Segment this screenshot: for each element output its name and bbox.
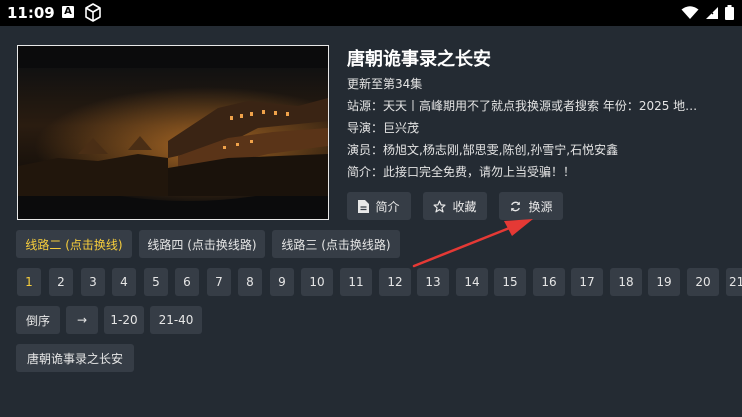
status-icons (681, 5, 734, 20)
episode-chip[interactable]: 13 (417, 268, 449, 296)
video-title: 唐朝诡事录之长安 (347, 49, 491, 70)
episode-chip[interactable]: 9 (270, 268, 294, 296)
episode-chip[interactable]: 17 (571, 268, 603, 296)
battery-icon (725, 5, 734, 20)
episode-chip[interactable]: 7 (207, 268, 231, 296)
route-chip[interactable]: 线路四 (点击换线路) (139, 230, 265, 258)
episode-chip[interactable]: 18 (610, 268, 642, 296)
episode-chip[interactable]: 14 (456, 268, 488, 296)
cover-image[interactable] (17, 45, 329, 220)
episode-chip[interactable]: 6 (175, 268, 199, 296)
route-chip[interactable]: 线路二 (点击换线) (16, 230, 132, 258)
route-chip[interactable]: 线路三 (点击换线路) (272, 230, 400, 258)
next-arrow-button[interactable]: → (66, 306, 98, 334)
favorite-button[interactable]: 收藏 (423, 192, 487, 220)
series-title-chip[interactable]: 唐朝诡事录之长安 (16, 344, 134, 372)
status-bar: 11:09 A (0, 0, 742, 26)
episode-chip[interactable]: 15 (494, 268, 526, 296)
episode-chip[interactable]: 10 (301, 268, 333, 296)
actors-info: 演员：杨旭文,杨志刚,郜思雯,陈创,孙雪宁,石悦安鑫 (347, 143, 619, 157)
episode-chip[interactable]: 1 (17, 268, 41, 296)
episode-chip[interactable]: 4 (112, 268, 136, 296)
reverse-order-button[interactable]: 倒序 (16, 306, 60, 334)
wifi-icon (681, 5, 699, 19)
notification-a-icon: A (62, 6, 74, 18)
episode-chip[interactable]: 21 (726, 268, 742, 296)
director-info: 导演：巨兴茂 (347, 121, 420, 135)
signal-icon (706, 6, 718, 19)
episode-chip[interactable]: 12 (379, 268, 411, 296)
update-status: 更新至第34集 (347, 77, 423, 91)
favorite-button-label: 收藏 (452, 199, 477, 214)
episode-chip[interactable]: 16 (533, 268, 565, 296)
range-chip[interactable]: 1-20 (104, 306, 144, 334)
switch-source-button-label: 换源 (528, 199, 553, 214)
status-time: 11:09 (7, 4, 55, 22)
episode-chip[interactable]: 3 (81, 268, 105, 296)
episode-chip[interactable]: 20 (687, 268, 719, 296)
episode-chip[interactable]: 11 (340, 268, 372, 296)
episode-chip[interactable]: 2 (49, 268, 73, 296)
switch-source-button[interactable]: 换源 (499, 192, 563, 220)
refresh-icon (511, 201, 521, 211)
intro-info: 简介：此接口完全免费，请勿上当受骗！！ (347, 165, 576, 179)
document-icon (358, 199, 370, 213)
range-chip[interactable]: 21-40 (150, 306, 202, 334)
episode-chip[interactable]: 8 (238, 268, 262, 296)
cube-icon (85, 3, 101, 22)
intro-button-label: 简介 (375, 199, 400, 214)
intro-button[interactable]: 简介 (347, 192, 411, 220)
episode-chip[interactable]: 19 (648, 268, 680, 296)
source-info: 站源：天天丨高峰期用不了就点我换源或者搜索 年份：2025 地… (347, 99, 698, 113)
episode-chip[interactable]: 5 (144, 268, 168, 296)
star-icon (433, 199, 446, 213)
